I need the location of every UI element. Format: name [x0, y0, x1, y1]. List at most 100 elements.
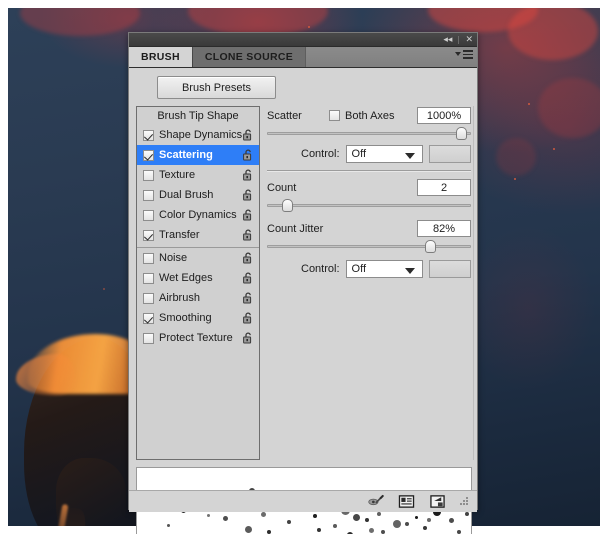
lock-icon[interactable] — [242, 292, 254, 304]
panel-body: Brush Presets Brush Tip Shape Shape Dyna… — [129, 68, 477, 512]
toggle-brush-preview-icon[interactable] — [367, 494, 384, 509]
count-jitter-slider-track[interactable] — [267, 245, 471, 248]
count-jitter-control-select[interactable]: Off — [346, 260, 423, 278]
new-brush-icon[interactable] — [429, 494, 446, 509]
count-jitter-slider[interactable] — [267, 239, 471, 253]
scattering-settings: Scatter Both Axes 1000% Control: — [267, 106, 471, 278]
brush-option-checkbox[interactable] — [143, 313, 154, 324]
brush-option-texture[interactable]: Texture — [137, 165, 259, 185]
chevron-down-icon — [405, 153, 415, 159]
preview-dot — [423, 526, 427, 530]
lock-icon[interactable] — [242, 332, 254, 344]
preview-dot — [365, 518, 369, 522]
scatter-control-row: Control: Off — [267, 145, 471, 163]
count-slider[interactable] — [267, 198, 471, 212]
brush-option-checkbox[interactable] — [143, 333, 154, 344]
preview-dot — [317, 528, 321, 532]
scatter-slider-thumb[interactable] — [456, 127, 467, 140]
brush-option-airbrush[interactable]: Airbrush — [137, 288, 259, 308]
scatter-label: Scatter — [267, 110, 329, 122]
preview-dot — [267, 530, 271, 534]
brush-option-shape-dynamics[interactable]: Shape Dynamics — [137, 125, 259, 145]
brush-presets-label: Brush Presets — [182, 82, 251, 94]
count-jitter-value-input[interactable]: 82% — [417, 220, 471, 237]
tab-brush[interactable]: BRUSH — [129, 47, 192, 67]
both-axes-checkbox-box[interactable] — [329, 110, 340, 121]
scatter-value-input[interactable]: 1000% — [417, 107, 471, 124]
scatter-control-label: Control: — [301, 148, 340, 160]
brush-presets-button[interactable]: Brush Presets — [157, 76, 276, 99]
brush-option-checkbox[interactable] — [143, 170, 154, 181]
both-axes-checkbox[interactable]: Both Axes — [329, 110, 395, 122]
scatter-control-extra-box[interactable] — [429, 145, 471, 163]
preview-dot — [207, 514, 210, 517]
brush-option-checkbox[interactable] — [143, 230, 154, 241]
preview-dot — [333, 524, 337, 528]
brush-option-checkbox[interactable] — [143, 273, 154, 284]
brush-tip-shape-header[interactable]: Brush Tip Shape — [137, 107, 259, 125]
brush-option-checkbox[interactable] — [143, 150, 154, 161]
resize-grip-icon[interactable] — [460, 497, 469, 506]
preview-dot — [465, 512, 469, 516]
tab-clone-source[interactable]: CLONE SOURCE — [193, 47, 305, 67]
brush-option-checkbox[interactable] — [143, 293, 154, 304]
lock-icon[interactable] — [242, 312, 254, 324]
count-slider-track[interactable] — [267, 204, 471, 207]
create-new-brush-preset-icon[interactable] — [398, 494, 415, 509]
brush-option-scattering[interactable]: Scattering — [137, 145, 259, 165]
lock-icon[interactable] — [242, 209, 254, 221]
brush-option-color-dynamics[interactable]: Color Dynamics — [137, 205, 259, 225]
count-slider-thumb[interactable] — [282, 199, 293, 212]
brush-option-protect-texture[interactable]: Protect Texture — [137, 328, 259, 348]
brush-option-checkbox[interactable] — [143, 253, 154, 264]
panel-column-divider — [473, 106, 474, 460]
count-jitter-slider-thumb[interactable] — [425, 240, 436, 253]
brush-option-checkbox[interactable] — [143, 130, 154, 141]
brush-option-wet-edges[interactable]: Wet Edges — [137, 268, 259, 288]
count-jitter-control-extra-box[interactable] — [429, 260, 471, 278]
close-icon[interactable]: ✕ — [465, 35, 473, 44]
titlebar-divider — [458, 36, 459, 44]
brush-panel: ◂◂ ✕ BRUSH CLONE SOURCE Brush Presets — [128, 32, 478, 510]
lock-icon[interactable] — [242, 252, 254, 264]
lock-icon[interactable] — [242, 189, 254, 201]
count-value: 2 — [441, 182, 447, 194]
scatter-row: Scatter Both Axes 1000% — [267, 106, 471, 125]
preview-dot — [381, 530, 385, 534]
brush-option-checkbox[interactable] — [143, 190, 154, 201]
scatter-control-select[interactable]: Off — [346, 145, 423, 163]
preview-dot — [377, 512, 381, 516]
scatter-slider-track[interactable] — [267, 132, 471, 135]
preview-dot — [405, 522, 409, 526]
scatter-slider[interactable] — [267, 126, 471, 140]
brush-option-smoothing[interactable]: Smoothing — [137, 308, 259, 328]
brush-option-checkbox[interactable] — [143, 210, 154, 221]
count-jitter-value: 82% — [433, 223, 455, 235]
count-value-input[interactable]: 2 — [417, 179, 471, 196]
lock-icon[interactable] — [242, 149, 254, 161]
brush-options-list[interactable]: Brush Tip Shape Shape Dynamics Scatterin… — [136, 106, 260, 460]
preview-dot — [457, 530, 461, 534]
brush-option-label: Dual Brush — [159, 189, 213, 201]
brush-option-transfer[interactable]: Transfer — [137, 225, 259, 245]
flame-wisp — [538, 78, 600, 138]
lock-icon[interactable] — [242, 229, 254, 241]
brush-option-label: Scattering — [159, 149, 213, 161]
preview-dot — [167, 524, 170, 527]
count-jitter-row: Count Jitter 82% — [267, 219, 471, 238]
screenshot-root: ◂◂ ✕ BRUSH CLONE SOURCE Brush Presets — [0, 0, 608, 534]
panel-menu-icon[interactable] — [455, 50, 473, 59]
lock-icon[interactable] — [242, 129, 254, 141]
ember-spark — [553, 148, 555, 150]
preview-dot — [261, 512, 266, 517]
preview-dot — [223, 516, 228, 521]
lock-icon[interactable] — [242, 169, 254, 181]
flame-wisp — [20, 8, 140, 36]
brush-option-noise[interactable]: Noise — [137, 247, 259, 268]
lock-icon[interactable] — [242, 272, 254, 284]
settings-divider — [267, 170, 471, 172]
brush-option-dual-brush[interactable]: Dual Brush — [137, 185, 259, 205]
preview-dot — [353, 514, 360, 521]
brush-option-label: Wet Edges — [159, 272, 213, 284]
collapse-double-arrow-icon[interactable]: ◂◂ — [443, 35, 452, 44]
